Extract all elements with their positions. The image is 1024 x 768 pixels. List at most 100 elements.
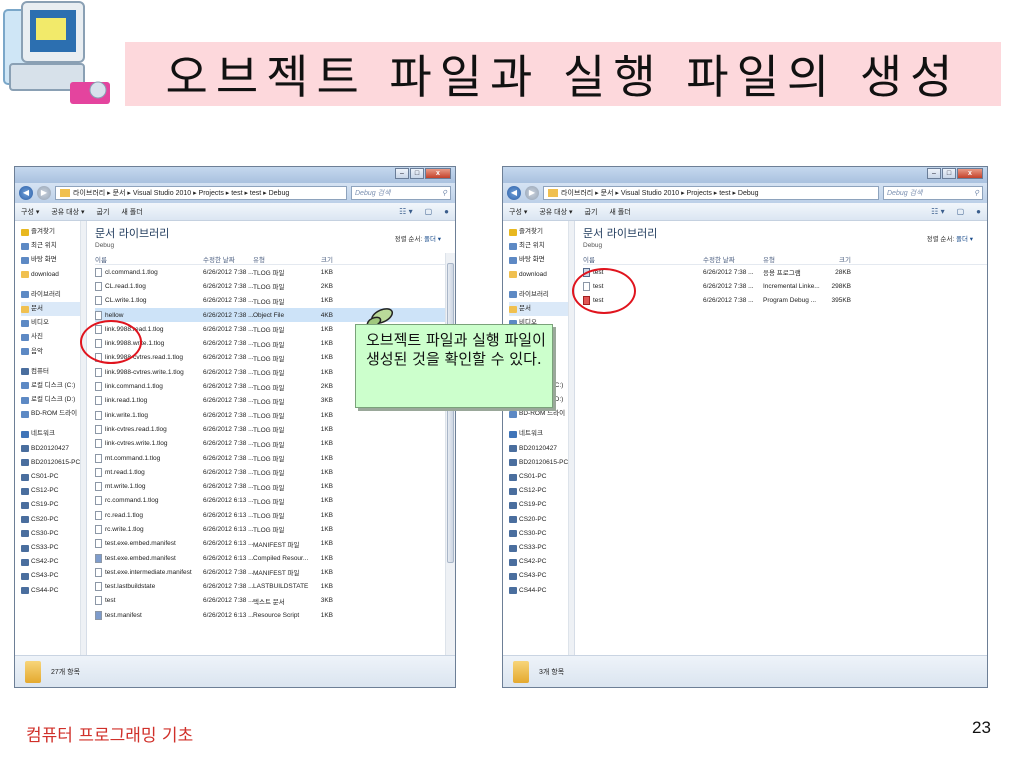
search-input[interactable]: Debug 검색 ⚲ [883,186,983,200]
nav-item[interactable]: CS30-PC [21,527,84,541]
preview-pane-icon[interactable]: ▢ [957,207,965,216]
view-options-icon[interactable]: ☷ ▾ [931,207,944,216]
nav-item[interactable]: 즐겨찾기 [21,225,84,239]
file-row[interactable]: link-cvtres.write.1.tlog 6/26/2012 7:38 .… [95,437,455,451]
column-size[interactable]: 크기 [827,254,851,264]
file-row[interactable]: link-cvtres.read.1.tlog 6/26/2012 7:38 ..… [95,422,455,436]
scrollbar-thumb[interactable] [447,263,454,563]
forward-button[interactable]: ▶ [37,186,51,200]
nav-item[interactable]: BD20120615-PC [21,456,84,470]
nav-item[interactable]: CS20-PC [21,513,84,527]
file-row[interactable]: test 6/26/2012 7:38 ... Incremental Linke.… [583,279,987,293]
nav-item[interactable]: CS42-PC [21,555,84,569]
nav-item[interactable]: BD20120427 [509,442,572,456]
column-date[interactable]: 수정한 날짜 [703,254,763,264]
view-options-icon[interactable]: ☷ ▾ [399,207,412,216]
nav-item[interactable]: CS33-PC [21,541,84,555]
help-icon[interactable]: ● [444,207,449,216]
nav-item[interactable]: CS19-PC [21,498,84,512]
file-row[interactable]: link.write.1.tlog 6/26/2012 7:38 ... TLOG … [95,408,455,422]
back-button[interactable]: ◀ [19,186,33,200]
file-row[interactable]: mt.write.1.tlog 6/26/2012 7:38 ... TLOG 파일… [95,479,455,493]
minimize-button[interactable]: – [927,168,941,179]
nav-item[interactable]: 라이브러리 [21,288,84,302]
nav-item[interactable]: CS12-PC [21,484,84,498]
nav-item[interactable]: CS12-PC [509,484,572,498]
close-button[interactable]: x [957,168,983,179]
nav-item[interactable]: 최근 위치 [21,239,84,253]
vertical-scrollbar[interactable] [445,253,455,655]
nav-item[interactable]: CS19-PC [509,498,572,512]
nav-item[interactable]: BD20120615-PC [509,456,572,470]
nav-item[interactable]: BD-ROM 드라이 [509,407,572,421]
nav-item[interactable]: CS01-PC [509,470,572,484]
file-row[interactable]: CL.read.1.tlog 6/26/2012 7:38 ... TLOG 파일 2… [95,279,455,293]
column-type[interactable]: 유형 [253,254,309,264]
nav-item[interactable]: BD20120427 [21,442,84,456]
column-size[interactable]: 크기 [309,254,333,264]
forward-button[interactable]: ▶ [525,186,539,200]
sort-by-control[interactable]: 정렬 순서: 폴더 ▾ [927,233,973,243]
file-row[interactable]: mt.read.1.tlog 6/26/2012 7:38 ... TLOG 파일 1… [95,465,455,479]
address-bar[interactable]: 라이브러리 ▸ 문서 ▸ Visual Studio 2010 ▸ Projec… [55,186,347,200]
nav-item[interactable]: CS43-PC [509,569,572,583]
file-row[interactable]: test 6/26/2012 7:38 ... 텍스트 문서 3KB [95,594,455,608]
nav-item[interactable]: CS33-PC [509,541,572,555]
nav-item[interactable]: CS44-PC [509,584,572,598]
file-row[interactable]: test.manifest 6/26/2012 6:13 ... Resource … [95,608,455,622]
nav-item[interactable]: CS43-PC [21,569,84,583]
address-bar[interactable]: 라이브러리 ▸ 문서 ▸ Visual Studio 2010 ▸ Projec… [543,186,879,200]
burn-button[interactable]: 굽기 [97,207,110,217]
organize-menu[interactable]: 구성 ▾ [509,207,527,217]
nav-item[interactable]: CS30-PC [509,527,572,541]
nav-item[interactable]: 네트워크 [21,427,84,441]
nav-item[interactable]: 로컬 디스크 (D:) [21,393,84,407]
nav-item[interactable]: 로컬 디스크 (C:) [21,379,84,393]
sort-by-control[interactable]: 정렬 순서: 폴더 ▾ [395,233,441,243]
nav-item[interactable]: 문서 [21,301,84,317]
nav-item[interactable]: 최근 위치 [509,239,572,253]
help-icon[interactable]: ● [976,207,981,216]
file-row[interactable]: test.exe.embed.manifest 6/26/2012 6:13 ..… [95,537,455,551]
nav-item[interactable]: 즐겨찾기 [509,225,572,239]
nav-item[interactable]: 문서 [509,301,572,317]
nav-item[interactable]: 바탕 화면 [509,253,572,267]
share-menu[interactable]: 공유 대상 ▾ [51,207,84,217]
nav-item[interactable]: 라이브러리 [509,288,572,302]
minimize-button[interactable]: – [395,168,409,179]
file-row[interactable]: rc.write.1.tlog 6/26/2012 6:13 ... TLOG 파일… [95,522,455,536]
nav-item[interactable]: CS20-PC [509,513,572,527]
file-row[interactable]: CL.write.1.tlog 6/26/2012 7:38 ... TLOG 파일… [95,294,455,308]
file-row[interactable]: hellow 6/26/2012 7:38 ... Object File 4KB [95,307,455,323]
file-row[interactable]: cl.command.1.tlog 6/26/2012 7:38 ... TLOG … [95,265,455,279]
close-button[interactable]: x [425,168,451,179]
file-row[interactable]: test.exe.intermediate.manifest 6/26/2012 … [95,565,455,579]
share-menu[interactable]: 공유 대상 ▾ [539,207,572,217]
nav-item[interactable]: download [21,268,84,282]
nav-item[interactable]: 음악 [21,345,84,359]
nav-item[interactable]: 바탕 화면 [21,253,84,267]
search-input[interactable]: Debug 검색 ⚲ [351,186,451,200]
column-type[interactable]: 유형 [763,254,827,264]
file-row[interactable]: mt.command.1.tlog 6/26/2012 7:38 ... TLOG … [95,451,455,465]
nav-item[interactable]: CS42-PC [509,555,572,569]
organize-menu[interactable]: 구성 ▾ [21,207,39,217]
column-date[interactable]: 수정한 날짜 [203,254,253,264]
file-row[interactable]: test.exe.embed.manifest 6/26/2012 6:13 ..… [95,551,455,565]
nav-item[interactable]: CS44-PC [21,584,84,598]
column-name[interactable]: 이름 [95,254,203,264]
maximize-button[interactable]: □ [942,168,956,179]
file-row[interactable]: test.lastbuildstate 6/26/2012 7:38 ... LAS… [95,580,455,594]
nav-item[interactable]: 네트워크 [509,427,572,441]
file-row[interactable]: test 6/26/2012 7:38 ... 응용 프로그램 28KB [583,265,987,279]
column-name[interactable]: 이름 [583,254,703,264]
maximize-button[interactable]: □ [410,168,424,179]
nav-item[interactable]: 사진 [21,330,84,344]
nav-item[interactable]: 컴퓨터 [21,365,84,379]
file-row[interactable]: rc.read.1.tlog 6/26/2012 6:13 ... TLOG 파일 1… [95,508,455,522]
back-button[interactable]: ◀ [507,186,521,200]
nav-item[interactable]: BD-ROM 드라이 [21,407,84,421]
nav-item[interactable]: 비디오 [21,316,84,330]
nav-scrollbar[interactable] [80,221,86,655]
new-folder-button[interactable]: 새 폴더 [121,207,142,217]
